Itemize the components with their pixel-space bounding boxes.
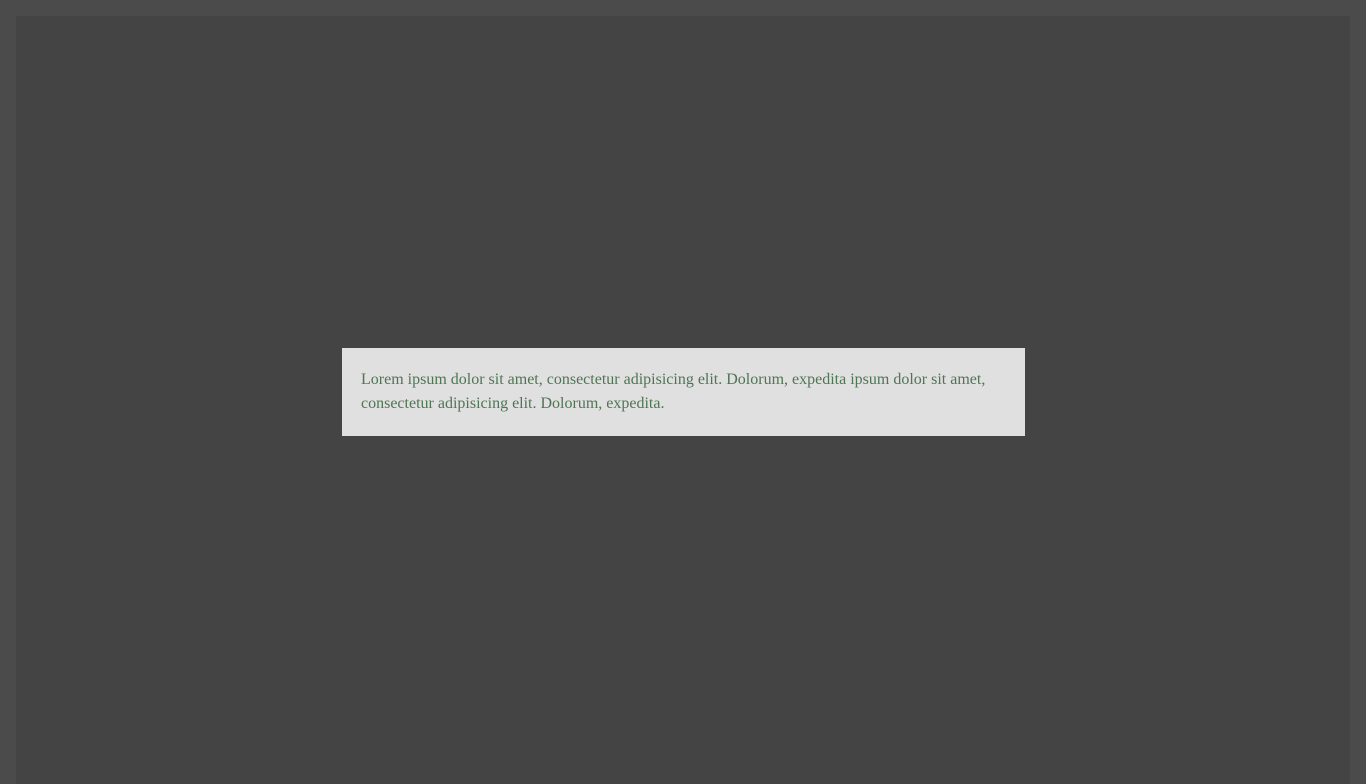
notice-box: Lorem ipsum dolor sit amet, consectetur … — [342, 348, 1025, 436]
notice-text: Lorem ipsum dolor sit amet, consectetur … — [361, 371, 986, 412]
page-viewport: Lorem ipsum dolor sit amet, consectetur … — [16, 16, 1350, 784]
